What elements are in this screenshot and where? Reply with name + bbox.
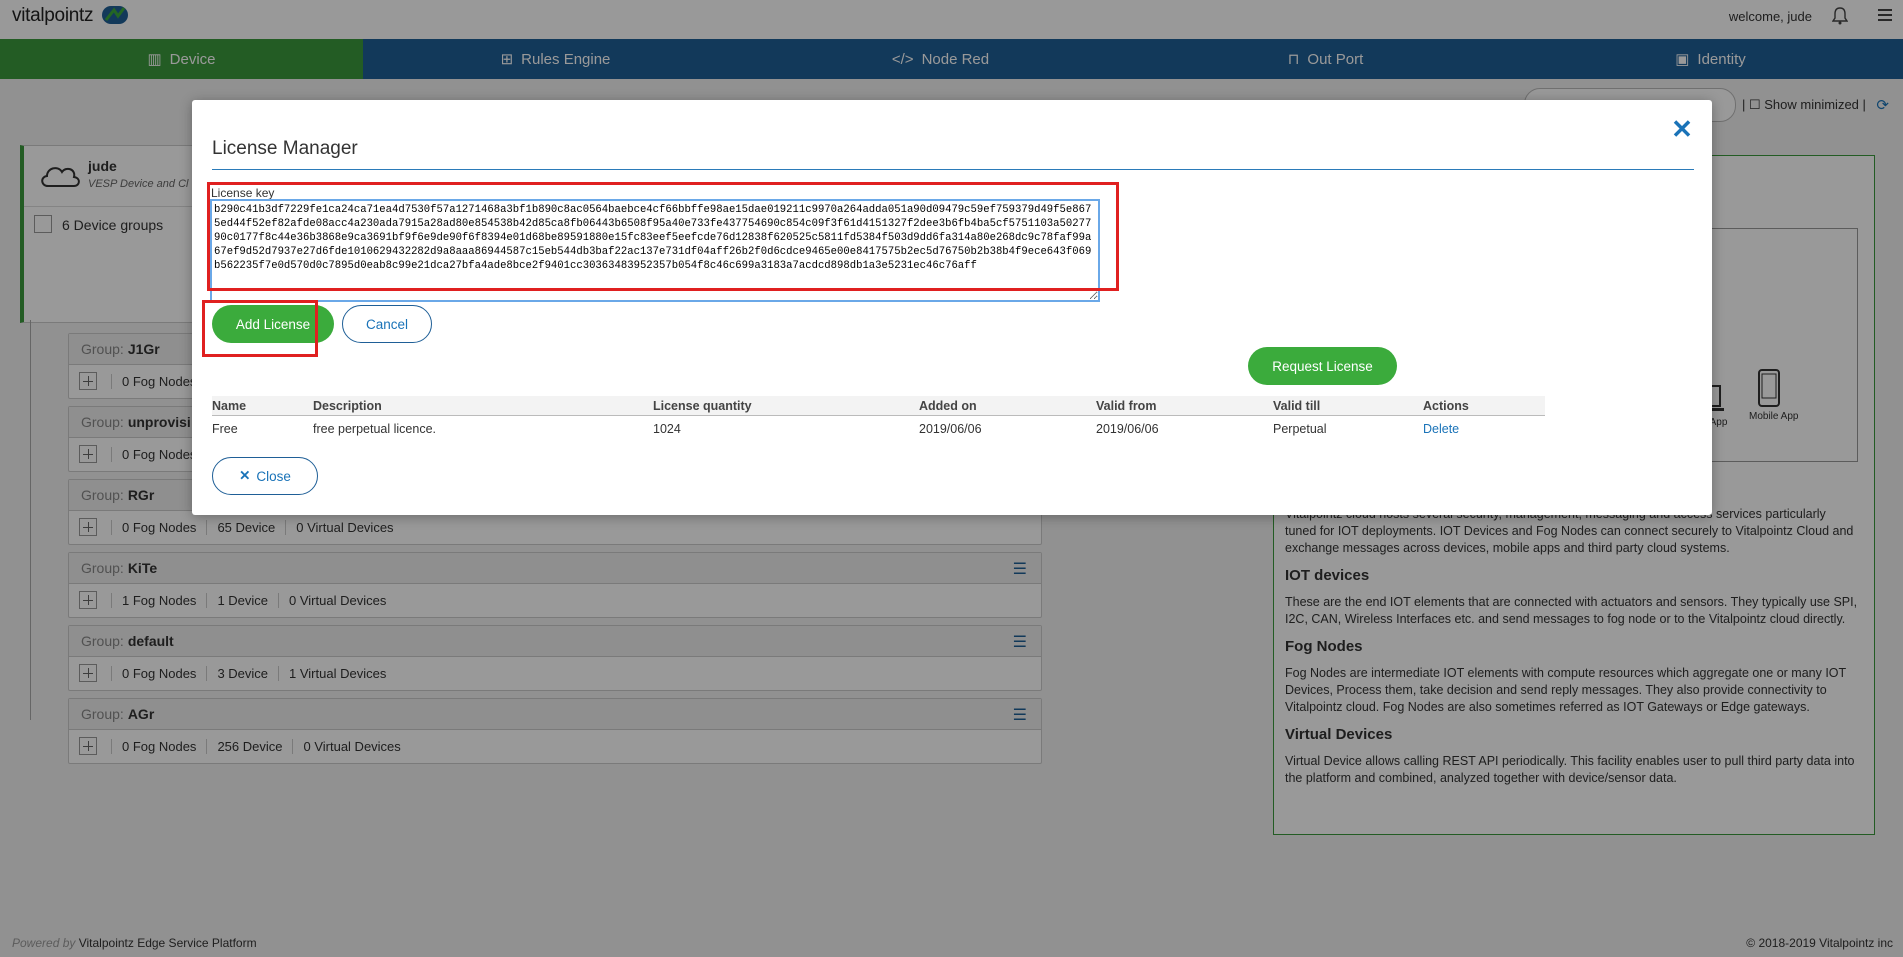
- license-key-textarea[interactable]: b290c41b3df7229fe1ca24ca71ea4d7530f57a12…: [211, 200, 1099, 301]
- col-added-on: Added on: [919, 396, 1096, 416]
- delete-link[interactable]: Delete: [1423, 422, 1459, 436]
- dialog-title: License Manager: [212, 138, 358, 159]
- cell-added-on: 2019/06/06: [919, 422, 982, 436]
- title-divider: [212, 169, 1694, 170]
- close-icon[interactable]: ✕: [1670, 116, 1694, 142]
- close-button[interactable]: ✕ Close: [212, 457, 318, 495]
- cancel-button[interactable]: Cancel: [342, 305, 432, 343]
- col-valid-till: Valid till: [1273, 396, 1423, 416]
- col-license-quantity: License quantity: [653, 396, 919, 416]
- cell-license-quantity: 1024: [653, 422, 681, 436]
- col-actions: Actions: [1423, 396, 1545, 416]
- cell-description: free perpetual licence.: [313, 422, 436, 436]
- request-license-button[interactable]: Request License: [1248, 347, 1397, 385]
- cell-valid-till: Perpetual: [1273, 422, 1327, 436]
- col-name: Name: [212, 396, 313, 416]
- close-x-icon: ✕: [239, 468, 251, 483]
- cell-name: Free: [212, 422, 238, 436]
- col-valid-from: Valid from: [1096, 396, 1273, 416]
- close-button-label: Close: [256, 468, 291, 484]
- license-manager-dialog: License Manager ✕ License key b290c41b3d…: [192, 100, 1712, 515]
- cell-valid-from: 2019/06/06: [1096, 422, 1159, 436]
- license-key-label: License key: [211, 186, 275, 200]
- table-header-row: Name Description License quantity Added …: [212, 396, 1545, 416]
- add-license-button[interactable]: Add License: [212, 305, 334, 343]
- col-description: Description: [313, 396, 653, 416]
- table-row: Free free perpetual licence. 1024 2019/0…: [212, 416, 1545, 439]
- license-table: Name Description License quantity Added …: [212, 396, 1545, 438]
